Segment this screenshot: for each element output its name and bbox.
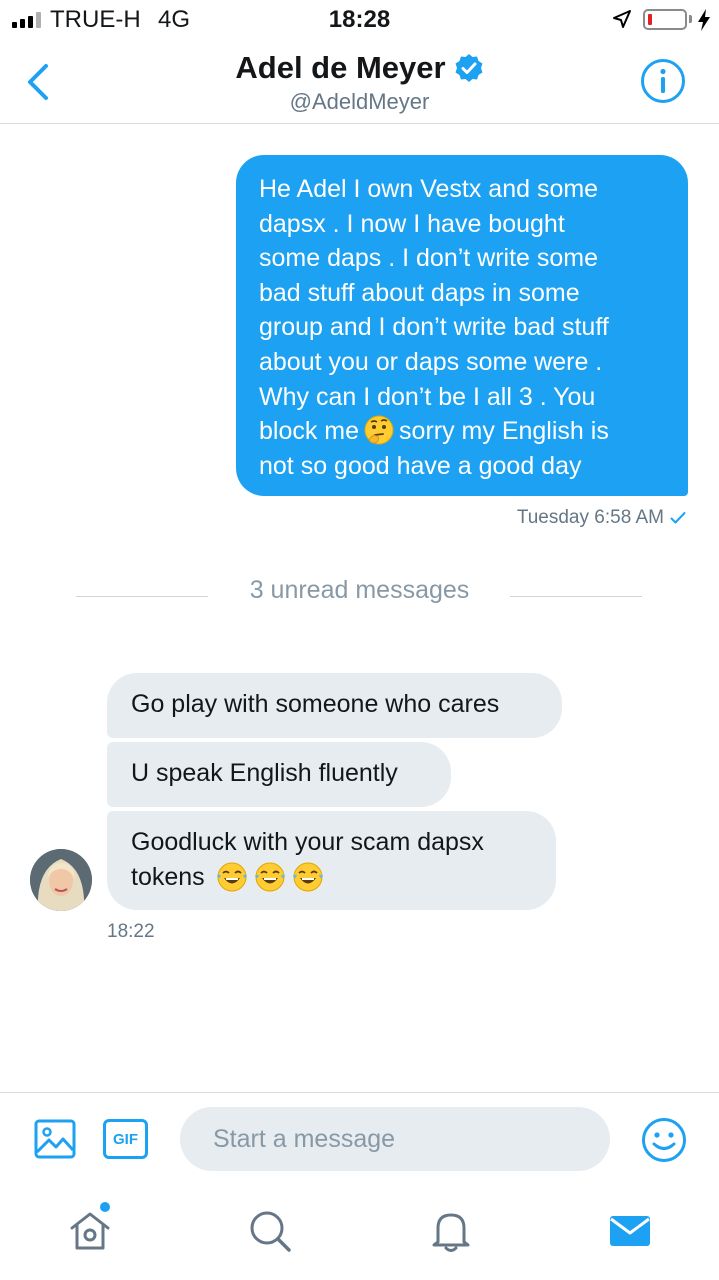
message-line: about you or daps some were . [259, 347, 603, 376]
message-text: sorry my English is [399, 417, 609, 446]
gif-button[interactable]: GIF [103, 1119, 148, 1159]
contact-handle: @AdeldMeyer [289, 89, 430, 114]
messages-icon[interactable] [607, 1208, 653, 1254]
thinking-face-emoji-icon [364, 415, 394, 445]
message-composer: GIF [0, 1092, 719, 1186]
sent-message-meta: Tuesday 6:58 AM [517, 507, 686, 529]
smiley-icon[interactable] [641, 1117, 687, 1163]
message-input[interactable] [180, 1107, 610, 1171]
message-line: dapsx . I now I have bought [259, 209, 565, 238]
tab-bar [0, 1186, 719, 1280]
message-line: not so good have a good day [259, 451, 582, 480]
home-icon[interactable] [67, 1208, 113, 1254]
received-timestamp: 18:22 [107, 921, 155, 942]
contact-name: Adel de Meyer [235, 50, 446, 85]
unread-label: 3 unread messages [249, 576, 470, 604]
charging-bolt-icon [698, 9, 710, 31]
notification-dot [100, 1202, 110, 1212]
message-line: Goodluck with your scam dapsx [131, 828, 484, 856]
received-message-bubble[interactable]: U speak English fluently [107, 742, 451, 807]
message-line-with-emoji: tokens [131, 860, 532, 895]
message-text: tokens [131, 862, 205, 891]
tears-of-joy-emoji-icon [254, 862, 285, 892]
conversation-header: Adel de Meyer @AdeldMeyer [0, 40, 719, 124]
received-message-bubble[interactable]: Goodluck with your scam dapsx tokens [107, 811, 556, 910]
sent-timestamp: Tuesday 6:58 AM [516, 507, 664, 528]
message-line: some daps . I don’t write some [259, 244, 599, 273]
location-arrow-icon [613, 10, 631, 28]
status-bar: TRUE-H 4G 18:28 [0, 0, 719, 40]
conversation-title: Adel de Meyer @AdeldMeyer [0, 50, 719, 115]
checkmark-icon [670, 512, 686, 524]
message-line: Why can I don’t be I all 3 . You [259, 382, 596, 411]
battery-cap [689, 15, 692, 23]
message-line: He Adel I own Vestx and some [259, 175, 599, 203]
sent-message-bubble[interactable]: He Adel I own Vestx and some dapsx . I n… [236, 155, 688, 496]
image-icon[interactable] [34, 1119, 76, 1159]
divider-line [510, 596, 642, 597]
verified-badge-icon [455, 54, 483, 82]
info-icon[interactable] [640, 58, 686, 104]
battery-fill [648, 14, 652, 25]
avatar-image [30, 849, 92, 911]
battery-icon [643, 9, 687, 30]
message-line: group and I don’t write bad stuff [259, 313, 609, 342]
message-line: bad stuff about daps in some [259, 278, 580, 307]
unread-divider: 3 unread messages [0, 576, 719, 610]
received-message-bubble[interactable]: Go play with someone who cares [107, 673, 562, 738]
notifications-icon[interactable] [428, 1208, 474, 1254]
message-text: block me [259, 417, 360, 446]
search-icon[interactable] [247, 1208, 293, 1254]
message-line-with-emoji: block me sorry my English is [259, 414, 670, 449]
tears-of-joy-emoji-icon [216, 862, 247, 892]
tears-of-joy-emoji-icon [292, 862, 323, 892]
avatar[interactable] [30, 849, 92, 911]
